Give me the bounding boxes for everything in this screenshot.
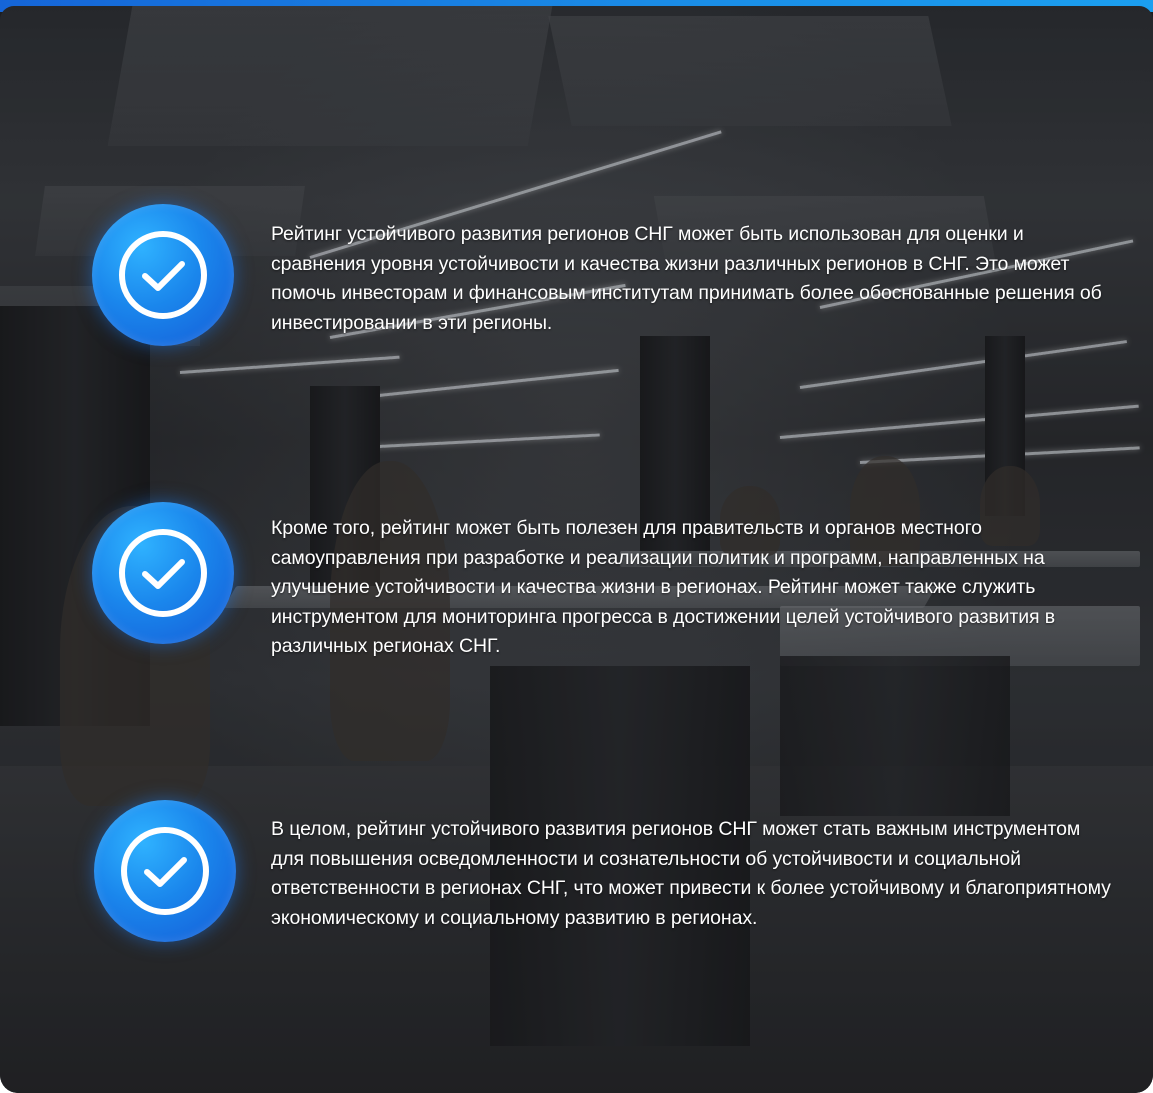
check-badge	[94, 800, 236, 942]
paragraph-text: Рейтинг устойчивого развития регионов СН…	[271, 223, 1102, 334]
check-circle-icon	[119, 231, 207, 319]
check-badge	[92, 502, 234, 644]
check-badge	[92, 204, 234, 346]
paragraph-text: В целом, рейтинг устойчивого развития ре…	[271, 818, 1111, 929]
slide-frame: Рейтинг устойчивого развития регионов СН…	[0, 0, 1153, 1093]
paragraph-text: Кроме того, рейтинг может быть полезен д…	[271, 517, 1056, 657]
check-circle-icon	[121, 827, 209, 915]
check-circle-icon	[119, 529, 207, 617]
